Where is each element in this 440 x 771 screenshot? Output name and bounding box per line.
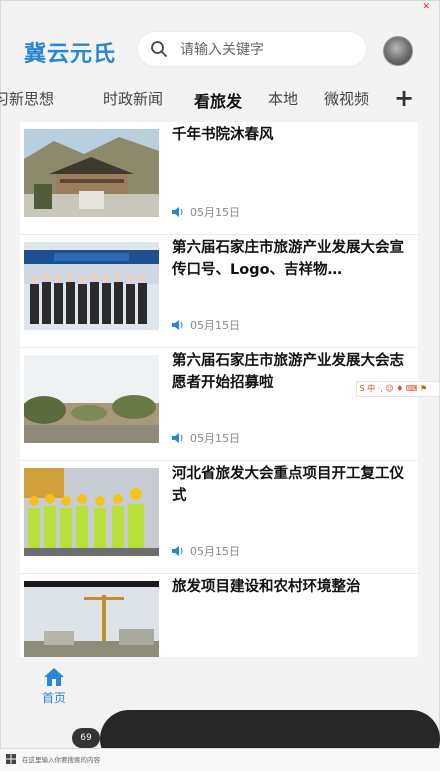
tab-xi-thought[interactable]: 习新思想 xyxy=(0,88,54,109)
search-bar[interactable] xyxy=(138,32,366,66)
news-item[interactable]: 第六届石家庄市旅游产业发展大会志愿者开始招募啦 05月15日 xyxy=(20,348,418,461)
tab-micro-video[interactable]: 微视频 xyxy=(324,88,369,109)
news-item[interactable]: 河北省旅发大会重点项目开工复工仪式 05月15日 xyxy=(20,461,418,574)
speaker-icon xyxy=(172,433,183,443)
news-title: 千年书院沐春风 xyxy=(172,127,274,143)
ime-toolbar[interactable]: S 中 ·, ☺ ♦ ⌨ ⚑ xyxy=(356,381,440,397)
add-tab-icon[interactable]: + xyxy=(394,84,414,112)
floating-badge[interactable]: 69 xyxy=(72,728,100,748)
app-logo: 冀云元氏 xyxy=(24,42,117,67)
news-date: 05月15日 xyxy=(172,204,240,220)
search-icon xyxy=(151,41,167,57)
window-close-icon[interactable]: ✕ xyxy=(422,2,430,12)
news-item[interactable]: 旅发项目建设和农村环境整治 xyxy=(20,574,418,657)
news-thumbnail xyxy=(24,242,159,330)
tab-politics-news[interactable]: 时政新闻 xyxy=(103,88,163,109)
news-thumbnail xyxy=(24,355,159,443)
news-thumbnail xyxy=(24,581,159,657)
news-item[interactable]: 千年书院沐春风 05月15日 xyxy=(20,122,418,235)
news-title: 河北省旅发大会重点项目开工复工仪式 xyxy=(172,466,404,504)
taskbar-search[interactable]: 在这里输入你要搜索的内容 xyxy=(22,754,100,764)
taskbar: 在这里输入你要搜索的内容 xyxy=(0,748,440,771)
news-thumbnail xyxy=(24,468,159,556)
news-date: 05月15日 xyxy=(172,317,240,333)
news-title: 旅发项目建设和农村环境整治 xyxy=(172,579,361,595)
windows-start-icon[interactable] xyxy=(6,754,16,764)
news-item[interactable]: 第六届石家庄市旅游产业发展大会宣传口号、Logo、吉祥物… 05月15日 xyxy=(20,235,418,348)
tab-tourism[interactable]: 看旅发 xyxy=(194,88,242,112)
news-date: 05月15日 xyxy=(172,543,240,559)
tab-local[interactable]: 本地 xyxy=(268,88,298,109)
news-thumbnail xyxy=(24,129,159,217)
app-header: 冀云元氏 xyxy=(0,24,440,79)
search-input[interactable] xyxy=(178,39,362,61)
nav-home[interactable]: 首页 xyxy=(36,667,72,707)
news-title: 第六届石家庄市旅游产业发展大会宣传口号、Logo、吉祥物… xyxy=(172,240,404,278)
user-avatar[interactable] xyxy=(383,36,413,66)
speaker-icon xyxy=(172,320,183,330)
speaker-icon xyxy=(172,546,183,556)
category-tabs: 习新思想 时政新闻 看旅发 本地 微视频 + xyxy=(0,84,440,118)
speaker-icon xyxy=(172,207,183,217)
news-date: 05月15日 xyxy=(172,430,240,446)
nav-home-label: 首页 xyxy=(41,691,66,705)
home-icon xyxy=(44,668,64,686)
